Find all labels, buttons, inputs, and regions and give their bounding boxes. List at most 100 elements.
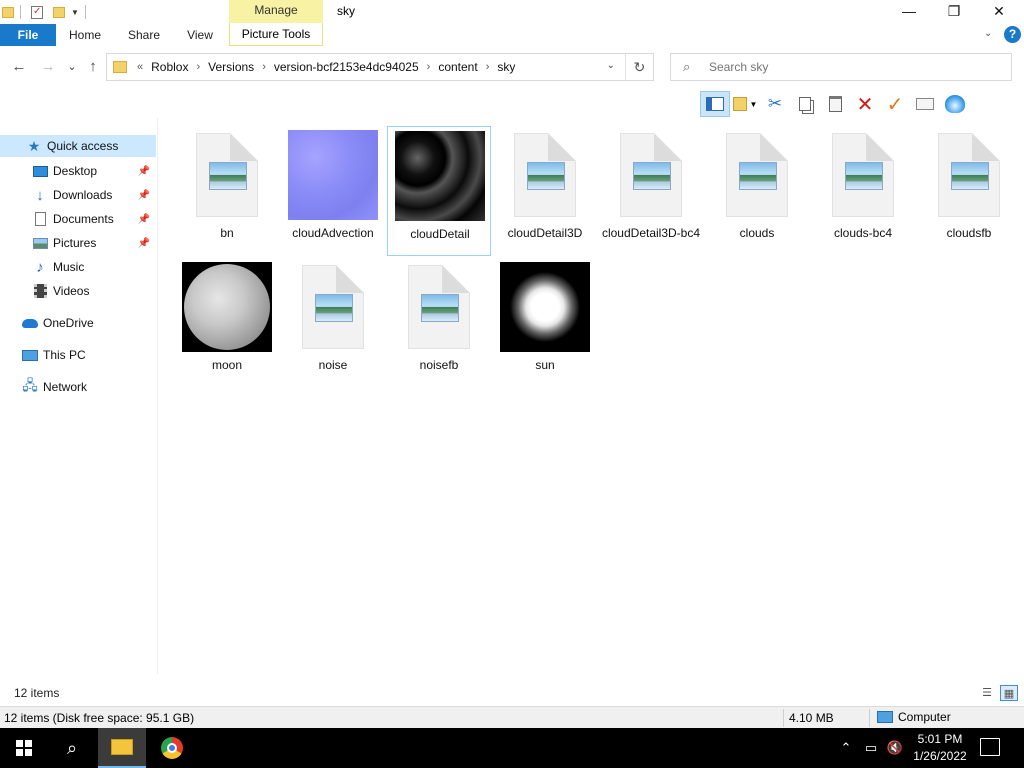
sidebar-item-documents[interactable]: Documents 📌 bbox=[0, 208, 156, 230]
tab-view[interactable]: View bbox=[178, 24, 222, 46]
search-input[interactable] bbox=[709, 60, 989, 74]
breadcrumb-version-folder[interactable]: version-bcf2153e4dc94025 bbox=[274, 60, 419, 74]
network-status-icon[interactable]: ▭ bbox=[860, 728, 882, 768]
volume-muted-icon[interactable]: 🔇 bbox=[884, 728, 906, 768]
action-center-icon[interactable] bbox=[980, 738, 1000, 756]
breadcrumb-versions[interactable]: Versions bbox=[208, 60, 254, 74]
paste-icon[interactable] bbox=[820, 91, 850, 117]
properties-card-icon[interactable] bbox=[910, 91, 940, 117]
file-item[interactable]: clouds bbox=[705, 126, 809, 256]
breadcrumb-separator[interactable]: › bbox=[486, 61, 490, 73]
file-name: cloudDetail bbox=[410, 227, 470, 241]
search-box[interactable]: ⌕ bbox=[670, 53, 1012, 81]
file-item[interactable]: cloudDetail3D bbox=[493, 126, 597, 256]
sidebar-item-videos[interactable]: Videos bbox=[0, 280, 156, 302]
file-item[interactable]: noise bbox=[281, 258, 385, 388]
maximize-button[interactable]: ❐ bbox=[931, 0, 977, 24]
file-item[interactable]: moon bbox=[175, 258, 279, 388]
address-bar[interactable]: « Roblox › Versions › version-bcf2153e4d… bbox=[106, 53, 654, 81]
image-file-icon bbox=[302, 265, 364, 349]
file-item[interactable]: cloudDetail3D-bc4 bbox=[599, 126, 703, 256]
large-icons-view-icon[interactable]: ▦ bbox=[1000, 685, 1018, 701]
sidebar-item-music[interactable]: ♪ Music bbox=[0, 256, 156, 278]
tab-home[interactable]: Home bbox=[60, 24, 110, 46]
taskbar-file-explorer[interactable] bbox=[98, 728, 146, 768]
rename-check-icon[interactable]: ✓ bbox=[880, 91, 910, 117]
minimize-button[interactable]: — bbox=[886, 0, 932, 24]
sidebar-item-label: OneDrive bbox=[43, 316, 94, 330]
breadcrumb-content[interactable]: content bbox=[438, 60, 477, 74]
refresh-icon[interactable]: ↻ bbox=[625, 54, 653, 80]
pin-icon[interactable]: 📌 bbox=[138, 214, 150, 225]
breadcrumb-separator[interactable]: › bbox=[262, 61, 266, 73]
sidebar-item-pictures[interactable]: Pictures 📌 bbox=[0, 232, 156, 254]
up-button[interactable]: ↑ bbox=[82, 56, 104, 78]
breadcrumb-sky[interactable]: sky bbox=[497, 60, 515, 74]
cut-icon[interactable]: ✂ bbox=[760, 91, 790, 117]
image-file-icon bbox=[196, 133, 258, 217]
customize-qat-chevron-icon[interactable]: ▼ bbox=[71, 8, 79, 17]
sidebar-item-label: This PC bbox=[43, 348, 86, 362]
delete-icon[interactable]: ✕ bbox=[850, 91, 880, 117]
file-item[interactable]: sun bbox=[493, 258, 597, 388]
breadcrumb-separator[interactable]: › bbox=[427, 61, 431, 73]
shell-icon[interactable] bbox=[940, 91, 970, 117]
file-thumbnail bbox=[288, 262, 378, 352]
breadcrumb-separator[interactable]: › bbox=[196, 61, 200, 73]
sidebar-item-downloads[interactable]: ↓ Downloads 📌 bbox=[0, 184, 156, 206]
file-name: clouds bbox=[739, 226, 775, 240]
forward-button[interactable]: → bbox=[37, 56, 59, 78]
expand-ribbon-chevron-icon[interactable]: ⌄ bbox=[984, 28, 992, 39]
properties-icon[interactable] bbox=[31, 5, 43, 19]
sidebar-item-quick-access[interactable]: ★ Quick access bbox=[0, 135, 156, 157]
help-icon[interactable]: ? bbox=[1004, 26, 1021, 43]
image-file-icon bbox=[514, 133, 576, 217]
pin-icon[interactable]: 📌 bbox=[138, 166, 150, 177]
file-thumbnail bbox=[712, 130, 802, 220]
taskbar: ⌕ ⌃ ▭ 🔇 5:01 PM 1/26/2022 bbox=[0, 728, 1024, 768]
breadcrumb-overflow[interactable]: « bbox=[137, 61, 143, 73]
pin-icon[interactable]: 📌 bbox=[138, 190, 150, 201]
texture-thumbnail bbox=[182, 262, 272, 352]
start-button[interactable] bbox=[0, 728, 48, 768]
details-view-icon[interactable]: ☰ bbox=[978, 685, 996, 701]
taskbar-clock[interactable]: 5:01 PM 1/26/2022 bbox=[908, 731, 972, 765]
new-folder-icon[interactable] bbox=[53, 6, 65, 18]
file-thumbnail bbox=[182, 130, 272, 220]
sidebar-item-onedrive[interactable]: OneDrive bbox=[0, 312, 156, 334]
star-icon: ★ bbox=[27, 137, 41, 154]
close-button[interactable]: ✕ bbox=[976, 0, 1022, 24]
videos-icon bbox=[32, 284, 48, 298]
properties-menu-icon[interactable]: ▼ bbox=[730, 91, 760, 117]
file-thumbnail bbox=[500, 130, 590, 220]
file-item[interactable]: noisefb bbox=[387, 258, 491, 388]
file-item[interactable]: bn bbox=[175, 126, 279, 256]
sidebar-item-desktop[interactable]: Desktop 📌 bbox=[0, 160, 156, 182]
file-item[interactable]: cloudDetail bbox=[387, 126, 491, 256]
breadcrumb-roblox[interactable]: Roblox bbox=[151, 60, 188, 74]
tab-picture-tools[interactable]: Picture Tools bbox=[229, 23, 323, 46]
copy-icon[interactable] bbox=[790, 91, 820, 117]
sidebar-item-this-pc[interactable]: This PC bbox=[0, 344, 156, 366]
recent-locations-button[interactable]: ⌄ bbox=[61, 56, 83, 78]
preview-pane-icon[interactable] bbox=[700, 91, 730, 117]
address-dropdown-chevron-icon[interactable]: ⌄ bbox=[607, 60, 615, 71]
pictures-icon bbox=[32, 236, 48, 250]
tab-file[interactable]: File bbox=[0, 24, 56, 46]
item-count: 12 items bbox=[14, 686, 60, 700]
taskbar-chrome[interactable] bbox=[148, 728, 196, 768]
pin-icon[interactable]: 📌 bbox=[138, 238, 150, 249]
show-hidden-icons-chevron-icon[interactable]: ⌃ bbox=[836, 728, 856, 768]
back-button[interactable]: ← bbox=[8, 56, 30, 78]
location-label: Computer bbox=[877, 710, 951, 724]
file-item[interactable]: clouds-bc4 bbox=[811, 126, 915, 256]
file-name: noisefb bbox=[419, 358, 459, 372]
tab-share[interactable]: Share bbox=[118, 24, 170, 46]
file-name: moon bbox=[211, 358, 243, 372]
sidebar-item-network[interactable]: 🖧 Network bbox=[0, 376, 156, 398]
file-list: bn cloudAdvection cloudDetail cloudDetai… bbox=[160, 118, 1024, 678]
taskbar-search-icon[interactable]: ⌕ bbox=[48, 728, 96, 768]
file-item[interactable]: cloudsfb bbox=[917, 126, 1021, 256]
ribbon-tabs: File Home Share View Picture Tools ⌄ ? bbox=[0, 23, 1024, 46]
file-item[interactable]: cloudAdvection bbox=[281, 126, 385, 256]
